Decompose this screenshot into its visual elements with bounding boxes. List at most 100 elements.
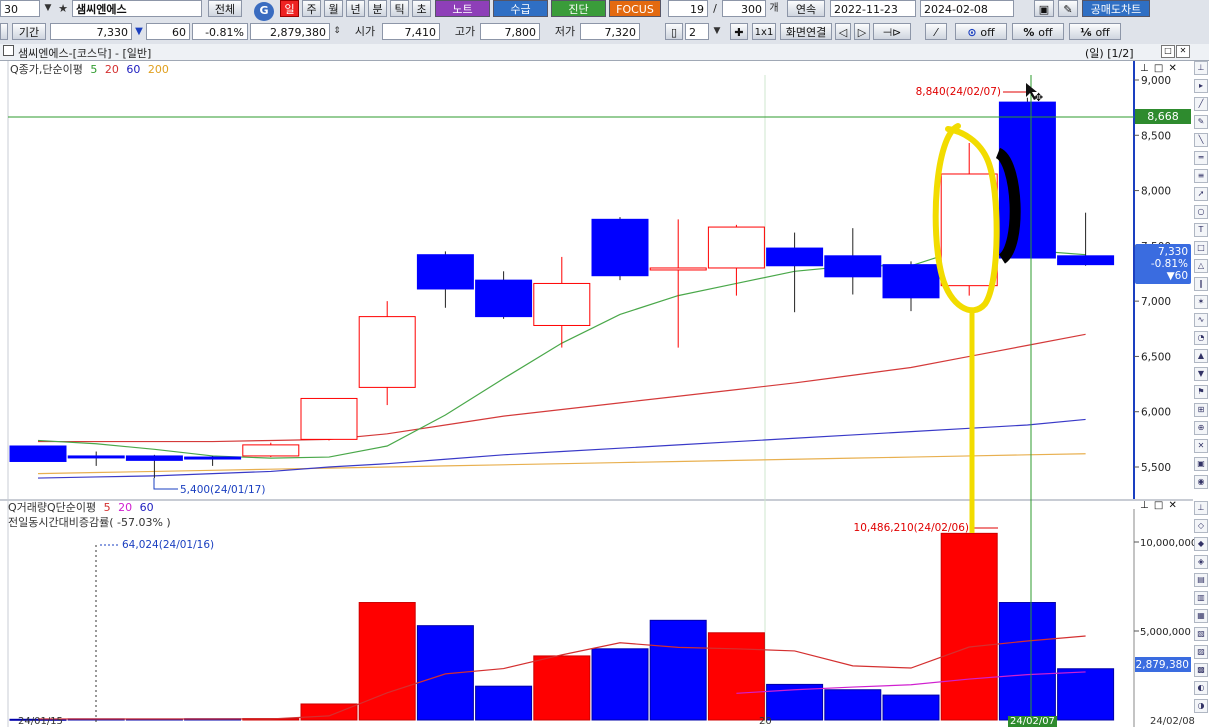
tool-lock-icon[interactable]: ▣ xyxy=(1194,457,1208,471)
tool-text-icon[interactable]: T xyxy=(1194,223,1208,237)
split-count-dropdown-icon[interactable]: ▼ xyxy=(710,23,724,40)
count-input[interactable]: 19 xyxy=(668,0,708,17)
tool-horizontal-icon[interactable]: ═ xyxy=(1194,151,1208,165)
favorite-star-icon[interactable]: ★ xyxy=(56,0,70,17)
split-layout-icon[interactable]: ▯ xyxy=(665,23,683,40)
low-field: 7,320 xyxy=(580,23,640,40)
tool-cursor-icon[interactable]: ▸ xyxy=(1194,79,1208,93)
split-count-select[interactable]: 2 xyxy=(685,23,709,40)
tool-e-icon[interactable]: ▥ xyxy=(1194,591,1208,605)
tool-j-icon[interactable]: ◐ xyxy=(1194,681,1208,695)
tool-arrow-icon[interactable]: ➚ xyxy=(1194,187,1208,201)
candle-down xyxy=(591,218,649,277)
start-date-input[interactable]: 2022-11-23 xyxy=(830,0,916,17)
tool-h-icon[interactable]: ▨ xyxy=(1194,645,1208,659)
g-off-toggle[interactable]: ⊙ off xyxy=(955,23,1007,40)
tool-box-icon[interactable]: □ xyxy=(1194,241,1208,255)
tool-up-icon[interactable]: ▲ xyxy=(1194,349,1208,363)
tool-channel-icon[interactable]: ∥ xyxy=(1194,277,1208,291)
current-change-label: ▼60 xyxy=(1167,270,1188,282)
open-label: 시가 xyxy=(354,25,376,38)
tool-pen-icon[interactable]: ✎ xyxy=(1194,115,1208,129)
price-volume-chart[interactable]: 9,0008,5008,0007,5007,0006,5006,0005,500… xyxy=(0,61,1209,727)
tool-delete-icon[interactable]: ✕ xyxy=(1194,439,1208,453)
period-year-button[interactable]: 년 xyxy=(346,0,365,17)
price-pane-controls[interactable]: ⊥ □ ✕ xyxy=(1140,63,1178,74)
ratio-button[interactable]: 1x1 xyxy=(752,23,776,40)
tool-trend-icon[interactable]: ╲ xyxy=(1194,133,1208,147)
percent-off-toggle[interactable]: % off xyxy=(1012,23,1064,40)
diagnosis-button[interactable]: 진단 xyxy=(551,0,606,17)
short-sell-chart-button[interactable]: 공매도차트 xyxy=(1082,0,1150,17)
chart-area[interactable]: 9,0008,5008,0007,5007,0006,5006,0005,500… xyxy=(0,61,1209,727)
period-button[interactable]: 기간 xyxy=(12,23,46,40)
focus-button[interactable]: FOCUS xyxy=(609,0,661,17)
crosshair-icon[interactable]: ✚ xyxy=(730,23,748,40)
note-button[interactable]: 노트 xyxy=(435,0,490,17)
tool-gann-icon[interactable]: ✶ xyxy=(1194,295,1208,309)
tool-flag-icon[interactable]: ⚑ xyxy=(1194,385,1208,399)
fraction-off-toggle[interactable]: ⅙ off xyxy=(1069,23,1121,40)
period-second-button[interactable]: 초 xyxy=(412,0,431,17)
total-input[interactable]: 300 xyxy=(722,0,766,17)
tool-down-icon[interactable]: ▼ xyxy=(1194,367,1208,381)
change-field: 60 xyxy=(146,23,190,40)
period-week-button[interactable]: 주 xyxy=(302,0,321,17)
volume-bar xyxy=(1057,668,1115,721)
save-icon[interactable]: ▣ xyxy=(1034,0,1054,17)
axis-setting-icon[interactable]: ⊥ xyxy=(1194,61,1208,75)
tool-cycle-icon[interactable]: ◔ xyxy=(1194,331,1208,345)
code-dropdown-arrow[interactable]: ▼ xyxy=(42,0,54,17)
tool-k-icon[interactable]: ◑ xyxy=(1194,699,1208,713)
play-icon[interactable]: ▷ xyxy=(854,23,870,40)
continuous-button[interactable]: 연속 xyxy=(787,0,825,17)
unit-label: 개 xyxy=(769,3,779,14)
tool-ruler-icon[interactable]: ⊞ xyxy=(1194,403,1208,417)
tool-circle-icon[interactable]: ○ xyxy=(1194,205,1208,219)
volume-axis-setting-icon[interactable]: ⊥ xyxy=(1194,501,1208,515)
tool-fibo-icon[interactable]: ≡ xyxy=(1194,169,1208,183)
tool-wave-icon[interactable]: ∿ xyxy=(1194,313,1208,327)
supply-button[interactable]: 수급 xyxy=(493,0,548,17)
open-field: 7,410 xyxy=(382,23,440,40)
trendline-icon[interactable]: ⁄ xyxy=(925,23,947,40)
stock-name-field[interactable]: 샘씨엔에스 xyxy=(72,0,202,17)
tool-zoom-icon[interactable]: ⊕ xyxy=(1194,421,1208,435)
all-button[interactable]: 전체 xyxy=(208,0,242,17)
chart-title: 샘씨엔에스-[코스닥] - [일반] xyxy=(18,47,152,60)
tool-b-icon[interactable]: ◆ xyxy=(1194,537,1208,551)
window-close-icon[interactable]: ✕ xyxy=(1176,45,1190,58)
tool-i-icon[interactable]: ▩ xyxy=(1194,663,1208,677)
tool-line-icon[interactable]: ╱ xyxy=(1194,97,1208,111)
tool-d-icon[interactable]: ▤ xyxy=(1194,573,1208,587)
end-date-input[interactable]: 2024-02-08 xyxy=(920,0,1014,17)
volume-legend-ma5: 5 xyxy=(104,501,111,514)
period-day-button[interactable]: 일 xyxy=(280,0,299,17)
tool-eye-icon[interactable]: ◉ xyxy=(1194,475,1208,489)
price-tick-label: 8,500 xyxy=(1141,130,1171,142)
next-end-icon[interactable]: ⊣⊳ xyxy=(873,23,911,40)
tool-triangle-icon[interactable]: △ xyxy=(1194,259,1208,273)
window-restore-icon[interactable]: □ xyxy=(1161,45,1175,58)
candle-down xyxy=(67,455,125,459)
candle-down xyxy=(1057,255,1115,266)
tool-f-icon[interactable]: ▦ xyxy=(1194,609,1208,623)
code-input[interactable]: 30 xyxy=(0,0,40,17)
volume-spin-icon[interactable]: ⇕ xyxy=(332,23,342,40)
tool-g-icon[interactable]: ▧ xyxy=(1194,627,1208,641)
volume-pane-controls[interactable]: ⊥ □ ✕ xyxy=(1140,500,1178,511)
prev-icon[interactable]: ◁ xyxy=(835,23,851,40)
tool-a-icon[interactable]: ◇ xyxy=(1194,519,1208,533)
crosshair-price-label: 8,668 xyxy=(1147,110,1179,123)
tool-icon[interactable]: ✎ xyxy=(1058,0,1078,17)
left-edge-button[interactable] xyxy=(0,23,8,40)
g-refresh-icon[interactable]: G xyxy=(254,2,274,21)
volume-bar xyxy=(533,655,591,721)
period-minute-button[interactable]: 분 xyxy=(368,0,387,17)
window-checkbox-icon[interactable] xyxy=(3,45,14,56)
period-month-button[interactable]: 월 xyxy=(324,0,343,17)
period-tick-button[interactable]: 틱 xyxy=(390,0,409,17)
tool-c-icon[interactable]: ◈ xyxy=(1194,555,1208,569)
count-slash: / xyxy=(713,2,717,15)
screen-link-button[interactable]: 화면연결 xyxy=(780,23,832,40)
